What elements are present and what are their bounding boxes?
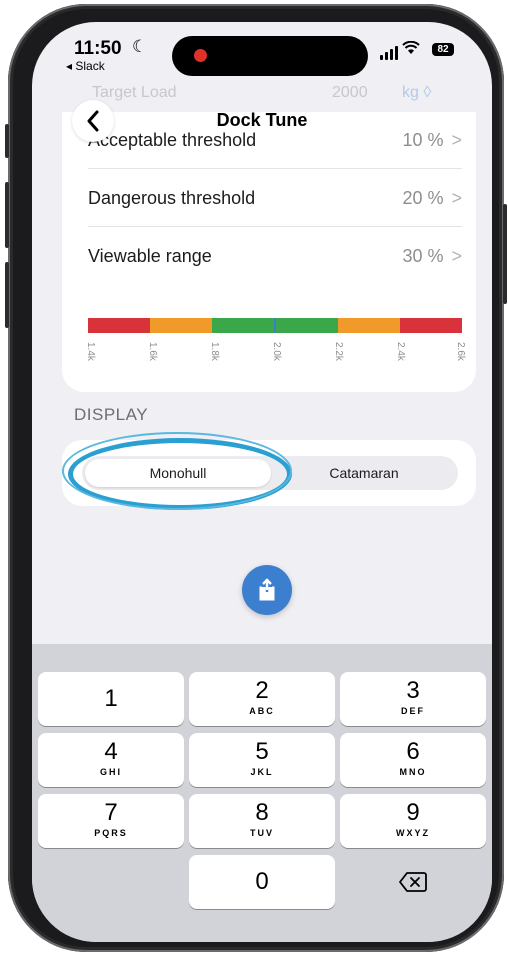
range-tick-labels: 1.4k 1.6k 1.8k 2.0k 2.2k 2.4k 2.6k [85, 342, 466, 372]
range-danger-high [400, 318, 462, 333]
key-digit: 2 [255, 677, 269, 704]
key-letters: PQRS [94, 828, 128, 838]
mute-switch [5, 124, 9, 158]
viewable-range-row[interactable]: Viewable range 30 % > [88, 228, 462, 284]
range-ok-low [212, 318, 274, 333]
dangerous-threshold-row[interactable]: Dangerous threshold 20 % > [88, 170, 462, 227]
key-digit: 6 [406, 738, 420, 765]
key-1[interactable]: 1 [38, 672, 184, 726]
volume-down-button [5, 262, 9, 328]
tick-label: 1.6k [147, 342, 158, 361]
row-value-wrap: 30 % > [402, 246, 462, 267]
threshold-settings-card: Acceptable threshold 10 % > Dangerous thr… [62, 112, 476, 392]
numeric-keypad: 1 2 ABC 3 DEF 4 GHI 5 JKL 6 MNO 7 PQRS 8 TUV 9 W… [32, 644, 492, 942]
key-letters: JKL [250, 767, 274, 777]
key-letters: WXYZ [396, 828, 430, 838]
focus-moon-icon: ☾ [132, 37, 148, 56]
range-warn-high [338, 318, 400, 333]
tick-label: 2.2k [333, 342, 344, 361]
chevron-right-icon: > [451, 188, 462, 208]
phone-frame: Target Load 2000 kg ◊ 11:50 ☾ ◂ Slack 82… [5, 4, 507, 952]
row-label: Viewable range [88, 246, 212, 266]
row-value-wrap: 10 % > [402, 130, 462, 151]
key-letters: DEF [401, 706, 425, 716]
row-label: Acceptable threshold [88, 130, 257, 150]
dynamic-island [172, 36, 368, 76]
key-digit: 7 [104, 799, 118, 826]
key-7[interactable]: 7 PQRS [38, 794, 184, 848]
key-digit: 3 [406, 677, 420, 704]
volume-up-button [5, 182, 9, 248]
power-button [503, 204, 507, 304]
recording-indicator-icon [194, 49, 207, 62]
tick-label: 1.8k [209, 342, 220, 361]
tick-label: 2.6k [455, 342, 466, 361]
key-digit: 5 [255, 738, 269, 765]
chevron-right-icon: > [451, 246, 462, 266]
row-value-wrap: 20 % > [402, 188, 462, 209]
chevron-right-icon: > [451, 130, 462, 150]
key-5[interactable]: 5 JKL [189, 733, 335, 787]
screen: Target Load 2000 kg ◊ 11:50 ☾ ◂ Slack 82… [32, 22, 492, 942]
key-6[interactable]: 6 MNO [340, 733, 486, 787]
highlight-ellipse-outer [62, 432, 292, 510]
share-button[interactable] [242, 565, 292, 615]
key-letters: TUV [250, 828, 274, 838]
page-title: Dock Tune [216, 110, 308, 130]
row-value: 30 % [402, 246, 444, 266]
range-color-bar [88, 318, 462, 333]
row-label: Dangerous threshold [88, 188, 256, 208]
key-letters: ABC [249, 706, 275, 716]
status-time: 11:50 [74, 38, 122, 59]
background-row-unit: kg ◊ [402, 84, 432, 101]
range-danger-low [88, 318, 150, 333]
background-row-label: Target Load [92, 84, 177, 101]
range-warn-low [150, 318, 212, 333]
key-digit: 8 [255, 799, 269, 826]
key-letters: GHI [99, 767, 122, 777]
key-letters: MNO [399, 767, 427, 777]
share-icon [259, 578, 275, 601]
range-ok-high [276, 318, 338, 333]
key-2[interactable]: 2 ABC [189, 672, 335, 726]
row-value: 10 % [402, 130, 444, 150]
backspace-icon [399, 872, 427, 892]
key-9[interactable]: 9 WXYZ [340, 794, 486, 848]
key-0[interactable]: 0 [189, 855, 335, 909]
key-digit: 0 [255, 868, 269, 895]
row-value: 20 % [402, 188, 444, 208]
key-digit: 9 [406, 799, 420, 826]
key-digit: 1 [104, 685, 118, 712]
tick-label: 2.4k [395, 342, 406, 361]
background-row-value: 2000 [332, 84, 368, 101]
segment-catamaran[interactable]: Catamaran [271, 459, 457, 487]
key-digit: 4 [104, 738, 118, 765]
battery-icon: 82 [432, 43, 454, 56]
status-bar: 11:50 ☾ ◂ Slack 82 [32, 22, 492, 82]
wifi-icon [402, 39, 420, 60]
key-8[interactable]: 8 TUV [189, 794, 335, 848]
tick-label: 1.4k [85, 342, 96, 361]
key-3[interactable]: 3 DEF [340, 672, 486, 726]
display-section-header: DISPLAY [74, 405, 149, 424]
cellular-signal-icon [380, 46, 398, 60]
tick-label: 2.0k [271, 342, 282, 361]
delete-key[interactable] [340, 855, 486, 909]
back-to-app-link[interactable]: ◂ Slack [66, 59, 105, 73]
key-4[interactable]: 4 GHI [38, 733, 184, 787]
